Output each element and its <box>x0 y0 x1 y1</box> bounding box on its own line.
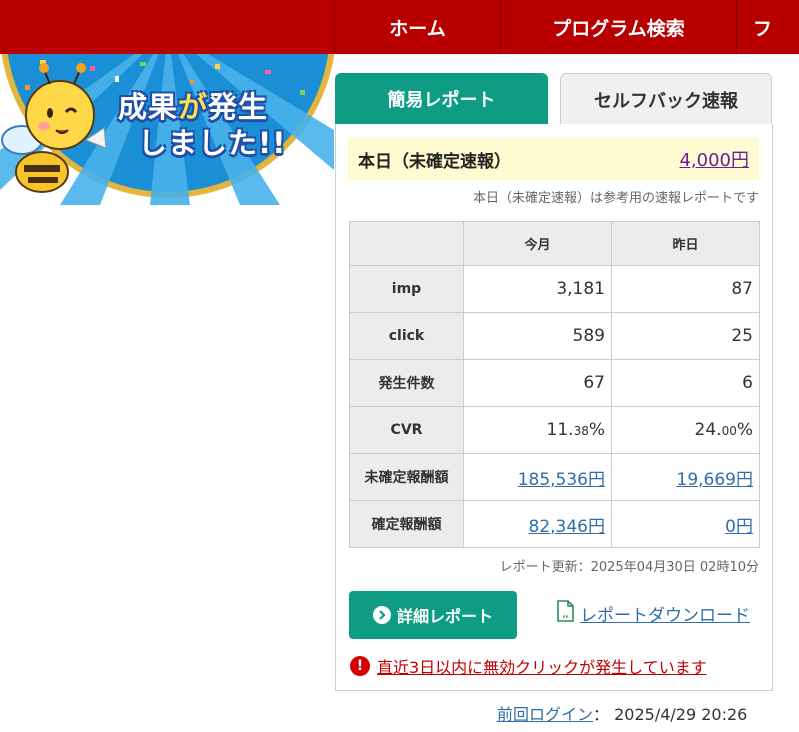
today-value-link[interactable]: 4,000円 <box>679 146 749 172</box>
download-label: レポートダウンロード <box>580 605 750 626</box>
table-header-month: 今月 <box>463 221 612 266</box>
report-update-time: レポート更新：2025年04月30日 02時10分 <box>499 560 759 575</box>
cell-imp-month: 3,181 <box>463 265 612 313</box>
unconfirmed-month-link[interactable]: 185,536円 <box>518 470 605 490</box>
nav-more[interactable]: フ <box>736 0 799 54</box>
cell-imp-yesterday: 87 <box>611 265 760 313</box>
cell-cvr-month: 11.38% <box>463 406 612 454</box>
confirmed-yesterday-link[interactable]: 0円 <box>725 517 753 537</box>
table-row: 確定報酬額 82,346円 0円 <box>349 500 760 548</box>
nav-home[interactable]: ホーム <box>334 0 500 54</box>
detail-report-button[interactable]: 詳細レポート <box>349 591 517 639</box>
cell-cvr-yesterday: 24.00% <box>611 406 760 454</box>
row-label-imp: imp <box>349 265 464 313</box>
cell-occurrences-yesterday: 6 <box>611 359 760 407</box>
confirmed-month-link[interactable]: 82,346円 <box>529 517 605 537</box>
table-row: imp 3,181 87 <box>349 265 760 313</box>
cell-confirmed-month: 82,346円 <box>463 500 612 548</box>
table-header-corner <box>349 221 464 266</box>
table-header-yesterday: 昨日 <box>611 221 760 266</box>
last-login-value: 2025/4/29 20:26 <box>614 705 748 724</box>
table-row: 発生件数 67 6 <box>349 359 760 407</box>
svg-text:,,: ,, <box>562 610 568 619</box>
row-label-occurrences: 発生件数 <box>349 359 464 407</box>
cell-occurrences-month: 67 <box>463 359 612 407</box>
last-login-separator: ： <box>593 705 610 724</box>
alert-icon: ! <box>350 656 370 676</box>
row-label-cvr: CVR <box>349 406 464 454</box>
invalid-click-warning-link[interactable]: ! 直近3日以内に無効クリックが発生しています <box>350 654 707 678</box>
row-label-click: click <box>349 312 464 360</box>
nav-program-search[interactable]: プログラム検索 <box>500 0 736 54</box>
row-label-unconfirmed-reward: 未確定報酬額 <box>349 453 464 501</box>
cell-click-month: 589 <box>463 312 612 360</box>
csv-file-icon: ,, <box>556 600 574 626</box>
cell-click-yesterday: 25 <box>611 312 760 360</box>
table-header-row: 今月 昨日 <box>349 221 760 266</box>
warning-text: 直近3日以内に無効クリックが発生しています <box>377 658 707 677</box>
table-row: CVR 11.38% 24.00% <box>349 406 760 454</box>
today-summary: 本日（未確定速報） 4,000円 <box>348 138 759 180</box>
row-label-confirmed-reward: 確定報酬額 <box>349 500 464 548</box>
report-download-link[interactable]: ,, レポートダウンロード <box>556 600 750 626</box>
unconfirmed-yesterday-link[interactable]: 19,669円 <box>677 470 753 490</box>
cell-unconfirmed-month: 185,536円 <box>463 453 612 501</box>
last-login: 前回ログイン： 2025/4/29 20:26 <box>497 701 747 725</box>
banner-text-line2: しました!! <box>138 126 287 160</box>
today-note: 本日（未確定速報）は参考用の速報レポートです <box>472 191 759 206</box>
cell-unconfirmed-yesterday: 19,669円 <box>611 453 760 501</box>
tab-selfback-report[interactable]: セルフバック速報 <box>560 73 772 125</box>
chevron-right-icon <box>372 606 391 624</box>
result-banner[interactable]: 成果が発生 しました!! <box>0 0 334 205</box>
detail-report-label: 詳細レポート <box>396 607 493 626</box>
tab-simple-report[interactable]: 簡易レポート <box>335 73 548 125</box>
today-label: 本日（未確定速報） <box>358 151 511 172</box>
last-login-link[interactable]: 前回ログイン <box>497 705 593 724</box>
table-row: 未確定報酬額 185,536円 19,669円 <box>349 453 760 501</box>
report-table: 今月 昨日 imp 3,181 87 click 589 25 発生件数 67 … <box>349 221 760 548</box>
cell-confirmed-yesterday: 0円 <box>611 500 760 548</box>
table-row: click 589 25 <box>349 312 760 360</box>
